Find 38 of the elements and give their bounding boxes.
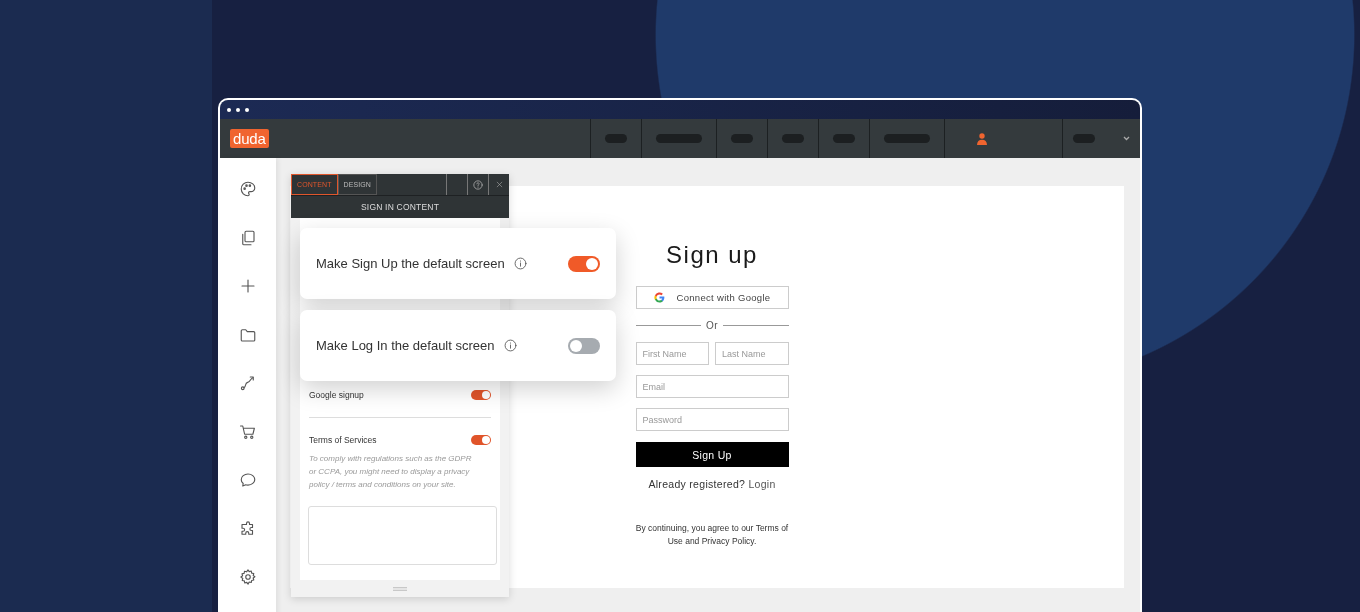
login-prompt: Already registered? Login — [647, 477, 777, 491]
setting-label: Terms of Services — [309, 435, 377, 445]
input-field[interactable]: First Name — [635, 342, 709, 365]
google-g-icon — [653, 292, 665, 303]
input-field[interactable]: Password — [635, 408, 789, 431]
toggle-switch[interactable] — [471, 390, 491, 400]
divider-label: Or — [705, 319, 719, 331]
info-icon[interactable] — [503, 339, 517, 352]
legal-notice: By continuing, you agree to our Terms of Use and Privacy Policy. — [634, 522, 790, 548]
chevron-down-icon[interactable] — [1123, 136, 1130, 141]
drag-handle-icon[interactable] — [393, 586, 407, 591]
window-dots-icon — [227, 107, 249, 112]
sign-up-button[interactable]: Sign Up — [635, 442, 789, 467]
settings-icon[interactable] — [239, 568, 257, 586]
toggle-switch[interactable] — [568, 255, 600, 272]
close-icon — [495, 181, 503, 188]
person-icon[interactable] — [977, 132, 987, 145]
copy-icon[interactable] — [239, 228, 257, 247]
setting-label: Google signup — [309, 390, 364, 400]
setting-note: To comply with regulations such as the GDPR or CCPA, you might need to display a privacy policy / terms and conditions on your site. — [309, 453, 473, 491]
input-field[interactable]: Last Name — [715, 342, 789, 365]
info-icon[interactable] — [513, 257, 527, 270]
panel-title: SIGN IN CONTENT — [359, 201, 441, 214]
toggle-switch[interactable] — [568, 337, 600, 354]
callout-label: Make Log In the default screen — [316, 338, 495, 353]
text-area-field[interactable] — [308, 506, 497, 565]
shopping-cart-icon[interactable] — [239, 422, 257, 441]
callout-label: Make Sign Up the default screen — [316, 256, 505, 271]
palette-icon[interactable] — [239, 180, 257, 198]
plus-icon[interactable] — [239, 277, 257, 295]
path-arrow-icon[interactable] — [239, 374, 257, 392]
google-connect-button[interactable]: Connect with Google — [635, 286, 789, 309]
chat-bubble-icon[interactable] — [239, 471, 257, 489]
help-icon — [473, 179, 483, 190]
login-link[interactable]: Login — [748, 478, 776, 490]
toggle-switch[interactable] — [471, 435, 491, 445]
signup-title: Sign up — [665, 242, 759, 268]
input-field[interactable]: Email — [635, 375, 789, 398]
